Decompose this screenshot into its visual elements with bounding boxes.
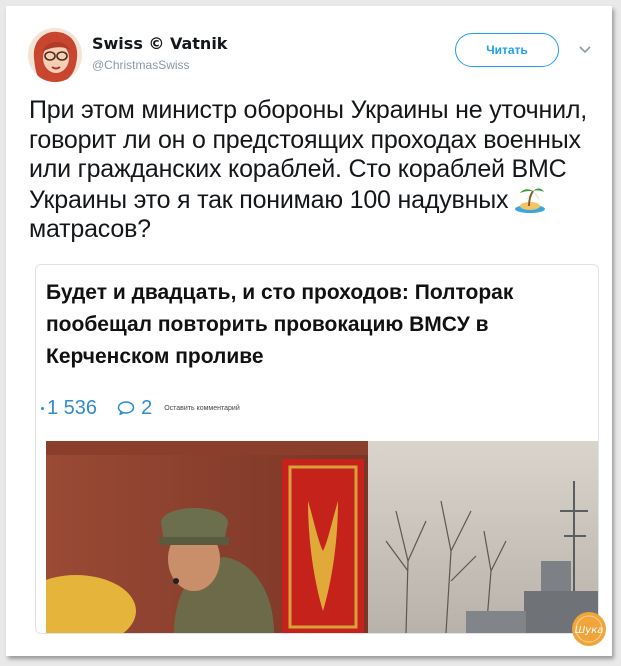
views-dot-icon: [41, 406, 44, 410]
link-card[interactable]: Будет и двадцать, и сто проходов: Полтор…: [35, 264, 599, 634]
author-handle[interactable]: @ChristmasSwiss: [92, 58, 190, 72]
comments-count[interactable]: 2: [141, 397, 152, 420]
card-title[interactable]: Будет и двадцать, и сто проходов: Полтор…: [46, 277, 586, 373]
author-name[interactable]: Swiss © Vatnik: [92, 34, 227, 53]
tweet-screenshot: Swiss © Vatnik @ChristmasSwiss Читать Пр…: [6, 6, 612, 656]
tweet-text-main: При этом министр обороны Украины не уточ…: [29, 96, 587, 214]
desert-island-icon: [515, 187, 546, 213]
avatar[interactable]: [28, 28, 82, 82]
tweet-text-tail: матрасов?: [29, 215, 151, 243]
follow-button-label: Читать: [486, 43, 528, 57]
watermark-badge-icon: Шука: [572, 612, 606, 646]
follow-button[interactable]: Читать: [455, 33, 559, 67]
views-count: 1 536: [47, 396, 98, 419]
avatar-image: [28, 28, 82, 82]
comment-bubble-icon: [117, 401, 135, 415]
leave-comment-link[interactable]: Оставить комментарий: [164, 405, 240, 412]
card-stats: 1 536 2 Оставить комментарий: [41, 397, 240, 419]
tweet-text: При этом министр обороны Украины не уточ…: [29, 96, 599, 245]
news-photo[interactable]: [46, 441, 598, 633]
chevron-down-icon[interactable]: [578, 45, 592, 55]
watermark-text: Шука: [575, 625, 604, 636]
